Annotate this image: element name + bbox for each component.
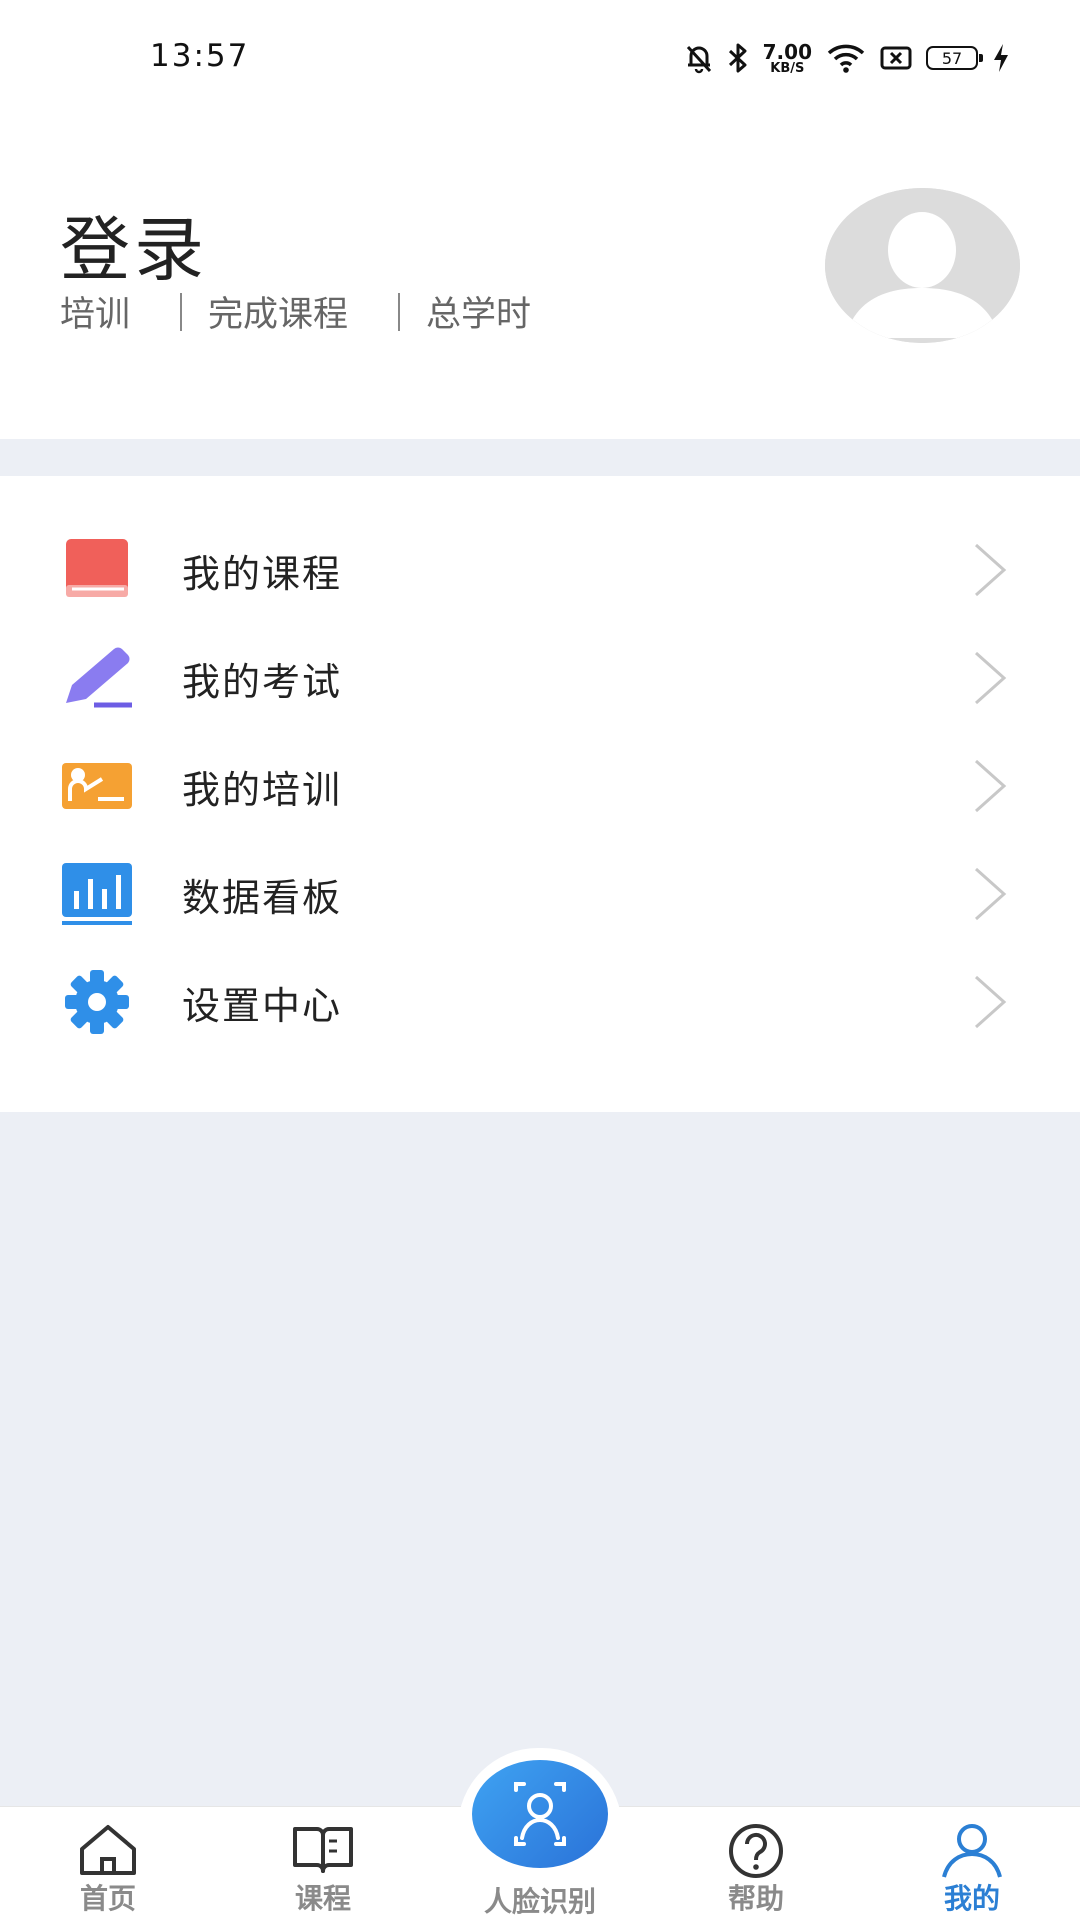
menu-item-my-training[interactable]: 我的培训 bbox=[0, 732, 1080, 840]
status-time: 13:57 bbox=[150, 38, 250, 74]
bluetooth-icon bbox=[728, 43, 747, 73]
mute-bell-icon bbox=[686, 45, 711, 74]
training-board-icon bbox=[62, 763, 132, 809]
status-icons: 7.00 KB/S 57 bbox=[685, 38, 1010, 78]
home-icon bbox=[80, 1825, 136, 1875]
menu-list: 我的课程 我的考试 我的培训 数据看板 设置中心 bbox=[0, 476, 1080, 1112]
nav-label: 课程 bbox=[294, 1882, 351, 1915]
help-icon bbox=[729, 1824, 783, 1878]
chevron-right-icon bbox=[975, 975, 1007, 1029]
menu-label: 数据看板 bbox=[182, 875, 343, 920]
battery-icon: 57 bbox=[926, 46, 983, 70]
menu-label: 设置中心 bbox=[182, 983, 343, 1028]
menu-label: 我的课程 bbox=[182, 551, 343, 596]
chevron-right-icon bbox=[975, 867, 1007, 921]
nav-label-face-recognition: 人脸识别 bbox=[483, 1885, 596, 1918]
stat-completed-courses: 完成课程 bbox=[208, 295, 349, 335]
person-icon bbox=[942, 1824, 1002, 1878]
stat-divider bbox=[180, 292, 183, 331]
avatar[interactable] bbox=[825, 188, 1020, 343]
face-recognition-button[interactable] bbox=[472, 1760, 608, 1868]
chevron-right-icon bbox=[975, 543, 1007, 597]
charging-icon bbox=[994, 44, 1008, 72]
open-book-icon bbox=[293, 1827, 353, 1873]
menu-item-settings[interactable]: 设置中心 bbox=[0, 948, 1080, 1056]
wifi-icon bbox=[827, 44, 865, 73]
menu-item-my-courses[interactable]: 我的课程 bbox=[0, 516, 1080, 624]
login-button[interactable]: 登录 bbox=[60, 194, 208, 295]
screen: 13:57 7.00 KB/S 57 登录 培训 完成课程 总学时 我的课程 我… bbox=[0, 0, 1080, 1920]
menu-label: 我的考试 bbox=[182, 659, 343, 704]
stat-divider bbox=[398, 292, 401, 331]
stat-training: 培训 bbox=[60, 295, 131, 335]
chevron-right-icon bbox=[975, 759, 1007, 813]
pencil-icon bbox=[66, 647, 132, 708]
profile-header: 登录 培训 完成课程 总学时 bbox=[0, 112, 1080, 439]
no-sim-icon bbox=[880, 46, 912, 70]
nav-label: 我的 bbox=[943, 1882, 1000, 1915]
net-speed: 7.00 KB/S bbox=[763, 42, 812, 75]
net-speed-value: 7.00 bbox=[762, 39, 812, 64]
battery-level: 57 bbox=[941, 48, 963, 68]
book-icon bbox=[66, 539, 128, 597]
nav-item-mine[interactable]: 我的 bbox=[902, 1807, 1042, 1920]
stat-total-hours: 总学时 bbox=[426, 295, 532, 335]
menu-label: 我的培训 bbox=[182, 767, 343, 812]
face-scan-icon bbox=[514, 1782, 566, 1846]
nav-item-help[interactable]: 帮助 bbox=[686, 1807, 826, 1920]
net-speed-unit: KB/S bbox=[770, 60, 805, 76]
gear-icon bbox=[65, 970, 129, 1034]
bar-chart-icon bbox=[62, 863, 132, 925]
menu-item-my-exams[interactable]: 我的考试 bbox=[0, 624, 1080, 732]
default-avatar-icon bbox=[825, 188, 1020, 343]
menu-item-data-dashboard[interactable]: 数据看板 bbox=[0, 840, 1080, 948]
nav-label: 首页 bbox=[79, 1882, 136, 1915]
nav-item-home[interactable]: 首页 bbox=[38, 1807, 178, 1920]
nav-item-courses[interactable]: 课程 bbox=[253, 1807, 393, 1920]
nav-label: 帮助 bbox=[727, 1882, 784, 1915]
status-bar: 13:57 7.00 KB/S 57 bbox=[0, 0, 1080, 112]
chevron-right-icon bbox=[975, 651, 1007, 705]
profile-stats: 培训 完成课程 总学时 bbox=[60, 286, 531, 337]
